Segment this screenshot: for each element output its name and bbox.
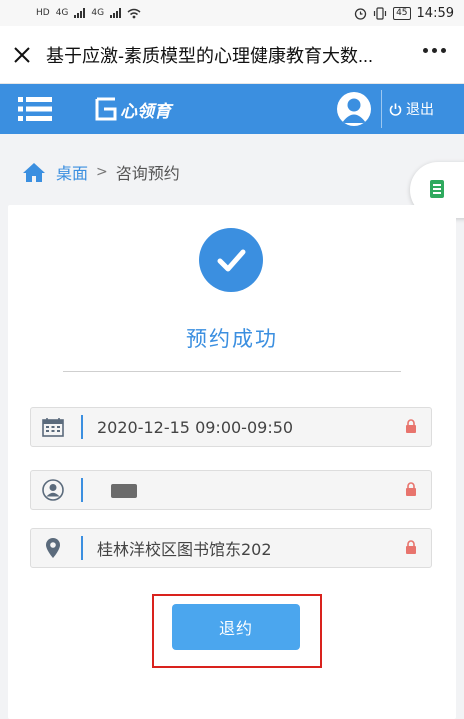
success-title: 预约成功 [186,327,278,351]
appointment-time-field: 2020-12-15 09:00-09:50 [30,407,432,447]
wechat-title-bar: 基于应激-素质模型的心理健康教育大数... [0,26,464,84]
home-icon[interactable] [22,162,46,183]
document-icon [430,180,444,198]
success-check-icon [199,228,263,292]
status-bar-right: 45 14:59 [354,6,454,21]
header-divider [381,90,382,128]
wifi-icon [127,8,141,18]
hd-label: HD [36,8,50,18]
location-pin-icon [31,529,75,567]
lock-icon [406,482,416,496]
signal-icon-2 [110,8,122,18]
logout-label: 退出 [406,102,434,118]
signal-icon [74,8,86,18]
app-logo: 心领育 [95,93,171,125]
breadcrumb-current: 咨询预约 [115,164,180,183]
clock: 14:59 [416,5,454,21]
counselor-value [97,481,431,500]
avatar[interactable] [337,92,371,126]
user-icon [342,98,366,123]
appointment-result-card: 预约成功 2020-12-15 09:00-09:50 桂林洋校区图书馆东202… [8,205,456,719]
location-value: 桂林洋校区图书馆东202 [97,540,272,559]
more-menu-button[interactable] [423,48,446,53]
battery-icon: 45 [393,6,411,20]
alarm-icon [354,7,367,20]
menu-icon[interactable] [18,96,52,122]
field-accent-bar [81,478,83,502]
lock-icon [406,419,416,433]
breadcrumb-separator: > [96,164,108,180]
breadcrumb: 桌面 > 咨询预约 [22,160,180,184]
lock-icon [406,540,416,554]
cancel-appointment-button[interactable]: 退约 [172,604,300,650]
appointment-time-value: 2020-12-15 09:00-09:50 [97,417,294,437]
location-field: 桂林洋校区图书馆东202 [30,528,432,568]
vibrate-icon [373,6,387,20]
calendar-icon [31,408,75,446]
user-circle-icon [31,471,75,509]
page-title: 基于应激-素质模型的心理健康教育大数... [46,45,373,66]
redacted-name [111,484,137,498]
field-accent-bar [81,536,83,560]
status-bar: HD 4G 4G 45 14:59 [0,0,464,26]
close-icon [14,46,30,63]
network-4g-label-2: 4G [91,8,105,18]
field-accent-bar [81,415,83,439]
logo-text: 心领育 [120,101,171,122]
power-icon [389,103,402,116]
close-button[interactable] [2,26,42,84]
logo-icon [95,97,117,121]
breadcrumb-home-link[interactable]: 桌面 [56,160,88,184]
logout-button[interactable]: 退出 [389,84,434,134]
counselor-field [30,470,432,510]
app-header: 心领育 退出 [0,84,464,134]
status-bar-left: HD 4G 4G [36,8,141,19]
network-4g-label: 4G [55,8,69,18]
divider [63,371,401,372]
